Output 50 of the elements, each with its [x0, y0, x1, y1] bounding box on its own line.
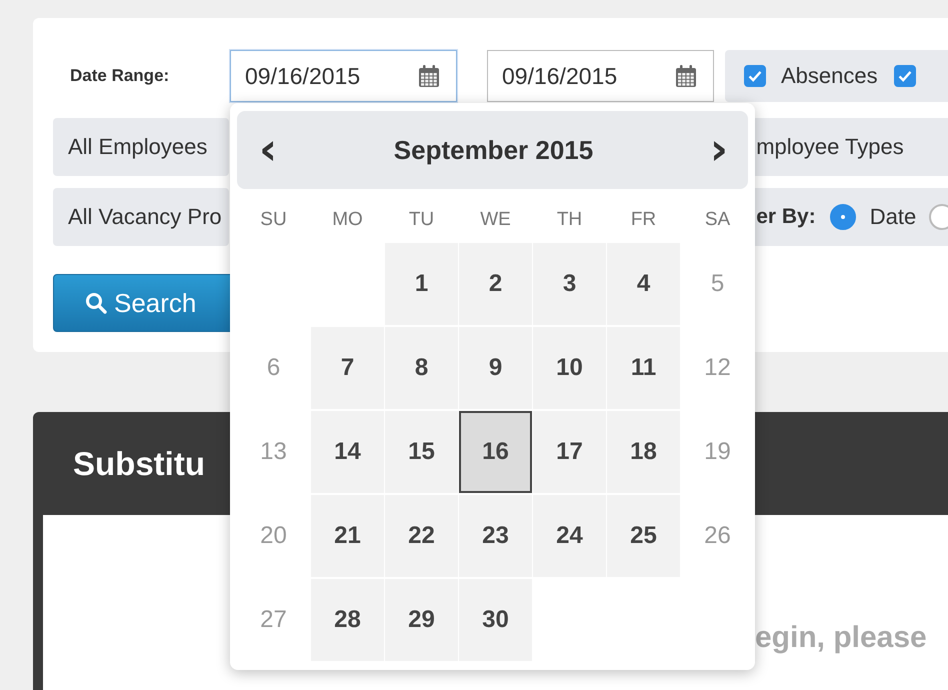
checkbox-label: Absences: [781, 63, 878, 89]
next-month-button[interactable]: ›: [704, 128, 734, 172]
calendar-day[interactable]: 1: [385, 243, 458, 325]
calendar-day[interactable]: 17: [533, 411, 606, 493]
calendar-day[interactable]: 22: [385, 495, 458, 577]
calendar-day[interactable]: 30: [459, 579, 532, 661]
panel-title: Substitu: [73, 444, 205, 482]
calendar-day[interactable]: 21: [311, 495, 384, 577]
weekday-label: SU: [259, 208, 288, 232]
checkbox[interactable]: [744, 65, 766, 87]
search-icon: [84, 291, 108, 315]
calendar-icon[interactable]: [675, 64, 697, 88]
weekday-label: FR: [630, 208, 658, 232]
date-field[interactable]: 09/16/2015: [230, 50, 457, 102]
calendar-day[interactable]: 28: [311, 579, 384, 661]
weekday-label: SA: [704, 208, 732, 232]
calendar-day[interactable]: 8: [385, 327, 458, 409]
radio-label: Date: [870, 204, 916, 230]
date-range-label: Date Range:: [70, 66, 170, 86]
calendar-day[interactable]: 10: [533, 327, 606, 409]
calendar-day[interactable]: 4: [607, 243, 680, 325]
order-by-label: er By:: [756, 205, 816, 229]
weekday-label: WE: [479, 208, 512, 232]
calendar-day[interactable]: 29: [385, 579, 458, 661]
previous-month-button[interactable]: ‹: [253, 128, 284, 172]
calendar-day[interactable]: 23: [459, 495, 532, 577]
weekday-label: TU: [408, 208, 436, 232]
radio-button[interactable]: [830, 204, 856, 230]
calendar-day[interactable]: 2: [459, 243, 532, 325]
calendar-day[interactable]: 11: [607, 327, 680, 409]
employee-select[interactable]: All Employees: [53, 118, 230, 176]
weekday-label: MO: [331, 208, 364, 232]
weekday-label: TH: [556, 208, 584, 232]
calendar-day[interactable]: 18: [607, 411, 680, 493]
month-title: September 2015: [394, 134, 594, 166]
radio-button[interactable]: [929, 204, 948, 230]
calendar-day[interactable]: 15: [385, 411, 458, 493]
calendar-day[interactable]: 3: [533, 243, 606, 325]
calendar-day[interactable]: 14: [311, 411, 384, 493]
vacancy-select[interactable]: All Vacancy Pro: [53, 188, 230, 246]
panel-message: egin, please: [755, 621, 927, 655]
employee-type-select[interactable]: mployee Types: [754, 118, 948, 176]
calendar-day[interactable]: 16: [459, 411, 532, 493]
calendar-day[interactable]: 25: [607, 495, 680, 577]
checkbox[interactable]: [894, 65, 916, 87]
calendar-day[interactable]: 7: [311, 327, 384, 409]
calendar-day[interactable]: 9: [459, 327, 532, 409]
calendar-day[interactable]: 24: [533, 495, 606, 577]
calendar-icon[interactable]: [418, 64, 440, 88]
date-field[interactable]: 09/16/2015: [487, 50, 714, 102]
